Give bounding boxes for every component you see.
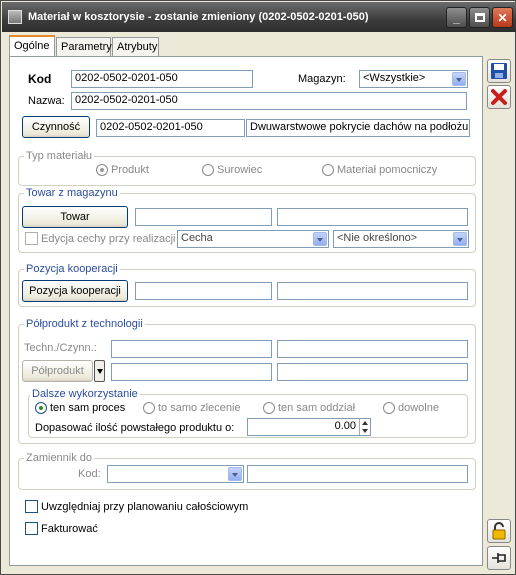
cecha-dropdown[interactable]: Cecha: [177, 230, 329, 248]
spinner-arrows-icon[interactable]: [359, 419, 370, 435]
triangle-down-icon: [97, 369, 103, 374]
tab-atrybuty[interactable]: Atrybuty: [112, 37, 159, 57]
radio-dowolne[interactable]: [383, 402, 395, 414]
kod-label: Kod: [28, 72, 52, 86]
dalsze-title: Dalsze wykorzystanie: [30, 388, 140, 400]
magazyn-label: Magazyn:: [298, 73, 346, 85]
czynnosc-name-field[interactable]: Dwuwarstwowe pokrycie dachów na podłożu: [246, 119, 470, 137]
chevron-down-icon[interactable]: [453, 232, 467, 246]
towar-group-title: Towar z magazynu: [24, 187, 120, 199]
pozycja-kooperacji-button[interactable]: Pozycja kooperacji: [22, 280, 128, 302]
nie-okreslono-value: <Nie określono>: [337, 232, 418, 244]
nazwa-label: Nazwa:: [28, 95, 65, 107]
czynnosc-button[interactable]: Czynność: [22, 116, 90, 138]
surowiec-label: Surowiec: [217, 164, 263, 176]
polprodukt-button[interactable]: Półprodukt: [22, 360, 93, 382]
techn-czynn-label: Techn./Czynn.:: [24, 342, 97, 354]
radio-ten-sam-oddzial[interactable]: [263, 402, 275, 414]
chevron-down-icon[interactable]: [452, 72, 466, 86]
kooperacja-field-2[interactable]: [277, 282, 468, 300]
edycja-cechy-label: Edycja cechy przy realizacji: [41, 233, 176, 245]
window: Materiał w kosztorysie - zostanie zmieni…: [0, 0, 516, 575]
dopasowac-value: 0.00: [334, 420, 356, 432]
kod-field[interactable]: 0202-0502-0201-050: [71, 70, 253, 88]
pin-icon: [492, 553, 506, 563]
towar-button[interactable]: Towar: [22, 206, 128, 228]
tab-parametry[interactable]: Parametry: [56, 37, 112, 57]
minimize-icon: _: [453, 10, 460, 25]
app-icon: [8, 10, 22, 24]
maximize-icon: [474, 13, 485, 22]
pozycja-kooperacji-title: Pozycja kooperacji: [24, 263, 120, 275]
unlock-button[interactable]: [487, 519, 511, 543]
zamiennik-kod-dropdown[interactable]: [107, 465, 244, 483]
zamiennik-kod-label: Kod:: [78, 468, 101, 480]
polprodukt-group-title: Półprodukt z technologii: [24, 318, 145, 330]
kooperacja-field-1[interactable]: [135, 282, 272, 300]
zamiennik-field[interactable]: [247, 465, 468, 483]
chevron-down-icon[interactable]: [313, 232, 327, 246]
towar-field-2[interactable]: [277, 208, 468, 226]
radio-material-pomocniczy[interactable]: [322, 164, 334, 176]
window-title: Materiał w kosztorysie - zostanie zmieni…: [28, 11, 369, 23]
cancel-button[interactable]: [487, 85, 511, 109]
close-icon: ✕: [497, 10, 508, 25]
ten-sam-oddzial-label: ten sam oddział: [278, 402, 356, 414]
title-bar[interactable]: Materiał w kosztorysie - zostanie zmieni…: [2, 2, 516, 32]
ten-sam-proces-label: ten sam proces: [50, 402, 126, 414]
zamiennik-title: Zamiennik do: [24, 452, 95, 464]
close-button[interactable]: ✕: [492, 7, 513, 28]
to-samo-zlecenie-label: to samo zlecenie: [158, 402, 241, 414]
chevron-down-icon[interactable]: [228, 467, 242, 481]
padlock-icon: [492, 522, 506, 540]
polprodukt-dropdown-button[interactable]: [94, 360, 105, 382]
polprodukt-field-1[interactable]: [111, 363, 272, 381]
magazyn-value: <Wszystkie>: [363, 72, 426, 84]
red-x-icon: [491, 89, 507, 105]
radio-ten-sam-proces[interactable]: [35, 402, 47, 414]
tab-ogolne[interactable]: Ogólne: [9, 35, 55, 57]
produkt-label: Produkt: [111, 164, 149, 176]
polprodukt-field-2[interactable]: [277, 363, 468, 381]
floppy-disk-icon: [491, 63, 507, 79]
edycja-cechy-checkbox[interactable]: [25, 232, 38, 245]
planowanie-label: Uwzględniaj przy planowaniu całościowym: [41, 501, 249, 513]
radio-to-samo-zlecenie[interactable]: [143, 402, 155, 414]
techn-field-2[interactable]: [277, 340, 468, 358]
general-tab-panel: Kod 0202-0502-0201-050 Magazyn: <Wszystk…: [9, 56, 483, 566]
maximize-button[interactable]: [469, 7, 490, 28]
fakturowac-label: Fakturować: [41, 523, 98, 535]
nazwa-field[interactable]: 0202-0502-0201-050: [71, 92, 467, 110]
radio-surowiec[interactable]: [202, 164, 214, 176]
minimize-button[interactable]: _: [446, 7, 467, 28]
pin-button[interactable]: [487, 546, 511, 570]
save-button[interactable]: [487, 59, 511, 83]
radio-produkt[interactable]: [96, 164, 108, 176]
dopasowac-spinner[interactable]: 0.00: [247, 418, 371, 436]
typ-materialu-title: Typ materiału: [24, 150, 95, 162]
material-pomocniczy-label: Materiał pomocniczy: [337, 164, 438, 176]
planowanie-checkbox[interactable]: [25, 500, 38, 513]
towar-field-1[interactable]: [135, 208, 272, 226]
nie-okreslono-dropdown[interactable]: <Nie określono>: [333, 230, 469, 248]
magazyn-dropdown[interactable]: <Wszystkie>: [359, 70, 468, 88]
fakturowac-checkbox[interactable]: [25, 522, 38, 535]
dowolne-label: dowolne: [398, 402, 439, 414]
techn-field-1[interactable]: [111, 340, 272, 358]
dopasowac-label: Dopasować ilość powstałego produktu o:: [35, 422, 235, 434]
czynnosc-code-field[interactable]: 0202-0502-0201-050: [96, 119, 245, 137]
cecha-value: Cecha: [181, 232, 213, 244]
